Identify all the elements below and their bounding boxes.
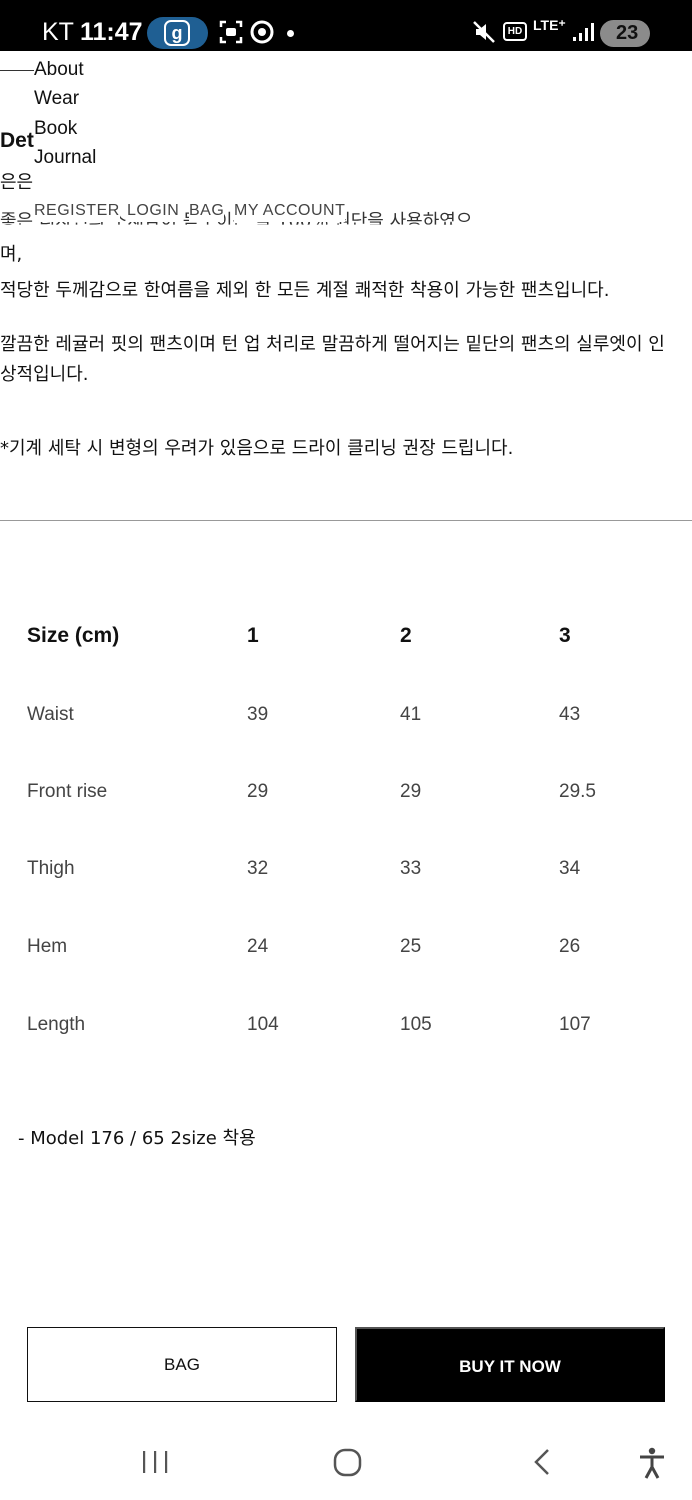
mute-icon bbox=[473, 21, 495, 43]
more-notifications-dot bbox=[287, 30, 294, 37]
details-line: 며, bbox=[0, 244, 23, 265]
back-icon[interactable] bbox=[528, 1446, 556, 1478]
screenshot-icon bbox=[219, 20, 243, 44]
table-cell: 29 bbox=[400, 781, 422, 802]
table-cell: 104 bbox=[247, 1014, 279, 1035]
details-line: 깔끔한 레귤러 핏의 팬츠이며 턴 업 처리로 말끔하게 떨어지는 밑단의 팬츠… bbox=[0, 334, 665, 355]
details-line: 은은 bbox=[0, 172, 34, 193]
battery-level: 23 bbox=[616, 22, 639, 44]
home-icon[interactable] bbox=[332, 1446, 364, 1478]
my-account-link[interactable]: MY ACCOUNT bbox=[234, 200, 346, 222]
table-cell: 29 bbox=[247, 781, 269, 802]
details-heading: Det bbox=[0, 129, 34, 152]
row-label-thigh: Thigh bbox=[27, 858, 75, 879]
buy-it-now-button[interactable]: BUY IT NOW bbox=[355, 1327, 665, 1402]
table-cell: 43 bbox=[559, 704, 581, 725]
add-to-bag-button[interactable]: BAG bbox=[27, 1327, 337, 1402]
menu-divider-line bbox=[0, 70, 34, 71]
table-cell: 34 bbox=[559, 858, 581, 879]
size-header-2: 2 bbox=[400, 624, 412, 647]
status-bar: KT 11:47 g HD LTE⁺ 23 bbox=[0, 0, 692, 51]
table-cell: 107 bbox=[559, 1014, 591, 1035]
row-label-length: Length bbox=[27, 1014, 86, 1035]
row-label-waist: Waist bbox=[27, 704, 74, 725]
table-cell: 105 bbox=[400, 1014, 432, 1035]
register-link[interactable]: REGISTER bbox=[34, 200, 120, 222]
hd-voice-icon: HD bbox=[503, 22, 527, 41]
care-note: *기계 세탁 시 변형의 우려가 있음으로 드라이 클리닝 권장 드립니다. bbox=[0, 438, 514, 459]
model-note: - Model 176 / 65 2size 착용 bbox=[18, 1128, 256, 1149]
table-cell: 39 bbox=[247, 704, 269, 725]
row-label-hem: Hem bbox=[27, 936, 68, 957]
login-link[interactable]: LOGIN bbox=[127, 200, 180, 222]
table-cell: 24 bbox=[247, 936, 269, 957]
section-divider bbox=[0, 520, 692, 521]
network-type: LTE⁺ bbox=[533, 17, 566, 33]
nav-item-journal[interactable]: Journal bbox=[34, 146, 96, 170]
signal-icon bbox=[573, 23, 594, 41]
table-cell: 41 bbox=[400, 704, 422, 725]
nav-item-wear[interactable]: Wear bbox=[34, 87, 79, 111]
bag-link[interactable]: BAG bbox=[189, 200, 225, 222]
row-label-front-rise: Front rise bbox=[27, 781, 108, 802]
recents-icon[interactable] bbox=[140, 1446, 170, 1478]
table-cell: 33 bbox=[400, 858, 422, 879]
table-cell: 29.5 bbox=[559, 781, 596, 802]
table-cell: 26 bbox=[559, 936, 581, 957]
clock: 11:47 bbox=[80, 18, 143, 46]
details-line: 적당한 두께감으로 한여름을 제외 한 모든 계절 쾌적한 착용이 가능한 팬츠… bbox=[0, 280, 610, 301]
chrome-icon bbox=[250, 20, 274, 44]
nav-item-about[interactable]: About bbox=[34, 58, 84, 82]
carrier-label: KT bbox=[42, 18, 74, 46]
size-header-label: Size (cm) bbox=[27, 624, 120, 647]
details-line: 상적입니다. bbox=[0, 364, 89, 385]
app-notification-icon: g bbox=[164, 20, 190, 46]
size-header-3: 3 bbox=[559, 624, 571, 647]
nav-item-book[interactable]: Book bbox=[34, 117, 77, 141]
table-cell: 32 bbox=[247, 858, 269, 879]
accessibility-icon[interactable] bbox=[637, 1446, 667, 1480]
notification-pill: g bbox=[147, 17, 208, 49]
table-cell: 25 bbox=[400, 936, 422, 957]
size-header-1: 1 bbox=[247, 624, 259, 647]
